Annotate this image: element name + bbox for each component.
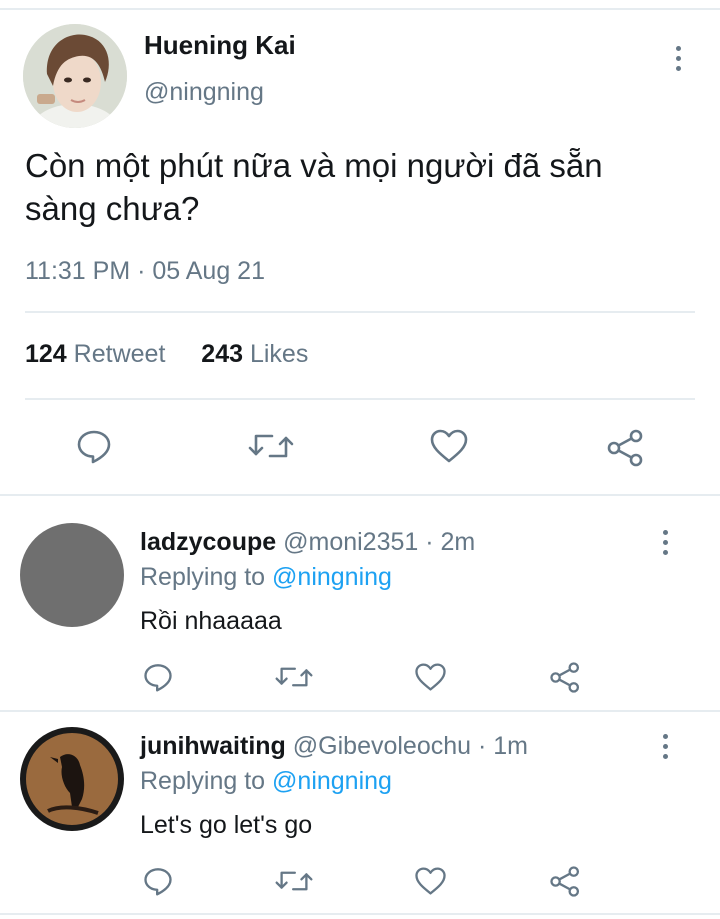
reply-avatar[interactable] bbox=[20, 727, 124, 831]
more-options-icon[interactable] bbox=[658, 734, 672, 759]
heart-icon[interactable] bbox=[414, 662, 447, 692]
divider bbox=[25, 311, 695, 313]
more-options-icon[interactable] bbox=[671, 46, 685, 71]
reply-text: Rồi nhaaaaa bbox=[140, 607, 282, 635]
tweet-text: Còn một phút nữa và mọi người đã sẵn sàn… bbox=[25, 147, 603, 227]
tweet-timestamp[interactable]: 11:31 PM · 05 Aug 21 bbox=[25, 257, 265, 286]
top-divider bbox=[0, 8, 720, 10]
tweet-stats: 124 Retweet 243 Likes bbox=[25, 340, 308, 369]
reply-author: junihwaiting @Gibevoleochu · 1m bbox=[140, 732, 528, 761]
reply-author-handle[interactable]: @moni2351 bbox=[283, 528, 418, 556]
replying-to: Replying to @ningning bbox=[140, 767, 392, 796]
reply-author-handle[interactable]: @Gibevoleochu bbox=[293, 732, 471, 760]
comment-icon[interactable] bbox=[143, 866, 173, 896]
reply-time: · 1m bbox=[478, 732, 528, 760]
replying-prefix: Replying to bbox=[140, 767, 266, 795]
like-count[interactable]: 243 bbox=[201, 340, 243, 368]
reply-author-name[interactable]: junihwaiting bbox=[140, 732, 286, 760]
replying-to-link[interactable]: @ningning bbox=[272, 563, 392, 591]
like-label[interactable]: Likes bbox=[250, 340, 308, 368]
comment-icon[interactable] bbox=[76, 428, 112, 464]
replying-prefix: Replying to bbox=[140, 563, 266, 591]
reply-avatar[interactable] bbox=[20, 523, 124, 627]
retweet-icon[interactable] bbox=[275, 662, 313, 692]
author-name[interactable]: Huening Kai bbox=[144, 30, 296, 61]
retweet-icon[interactable] bbox=[248, 428, 294, 464]
share-icon[interactable] bbox=[549, 661, 582, 694]
replying-to-link[interactable]: @ningning bbox=[272, 767, 392, 795]
reply-author: ladzycoupe @moni2351 · 2m bbox=[140, 528, 475, 557]
reply-author-name[interactable]: ladzycoupe bbox=[140, 528, 276, 556]
replying-to: Replying to @ningning bbox=[140, 563, 392, 592]
retweet-count[interactable]: 124 bbox=[25, 340, 67, 368]
divider bbox=[0, 913, 720, 915]
author-avatar[interactable] bbox=[23, 24, 127, 128]
retweet-label[interactable]: Retweet bbox=[74, 340, 166, 368]
heart-icon[interactable] bbox=[414, 866, 447, 896]
retweet-icon[interactable] bbox=[275, 866, 313, 896]
comment-icon[interactable] bbox=[143, 662, 173, 692]
reply-text: Let's go let's go bbox=[140, 811, 313, 839]
divider bbox=[0, 494, 720, 496]
heart-icon[interactable] bbox=[429, 428, 469, 464]
divider bbox=[25, 398, 695, 400]
share-icon[interactable] bbox=[549, 865, 582, 898]
divider bbox=[0, 710, 720, 712]
author-handle[interactable]: @ningning bbox=[144, 78, 264, 107]
reply-time: · 2m bbox=[425, 528, 476, 556]
more-options-icon[interactable] bbox=[658, 530, 672, 555]
share-icon[interactable] bbox=[606, 428, 646, 468]
